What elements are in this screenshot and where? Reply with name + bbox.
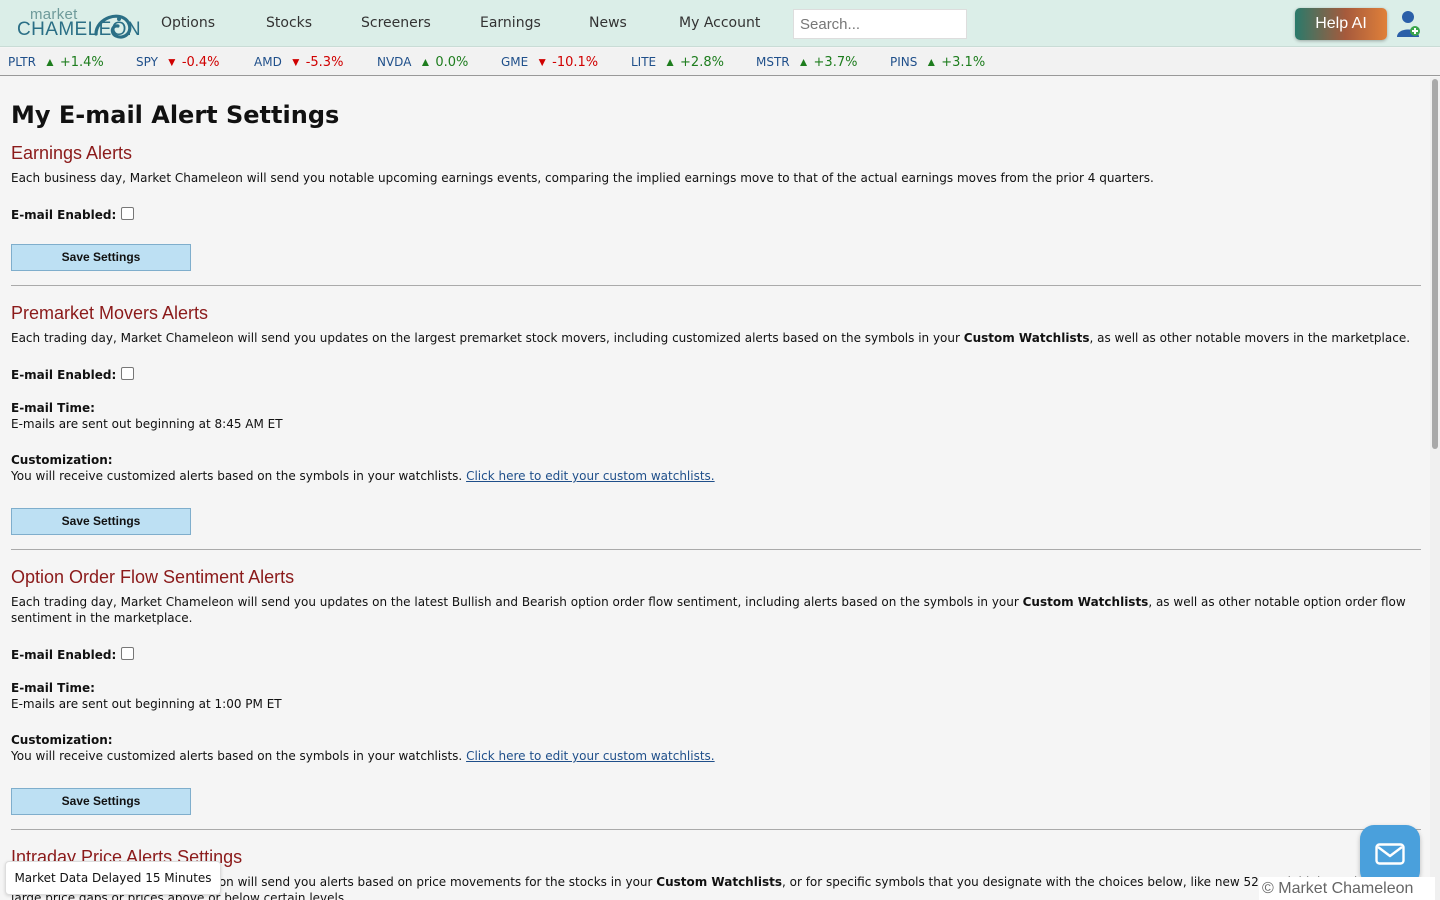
section-description: Each trading day, Market Chameleon will …: [11, 595, 1406, 625]
nav-options[interactable]: Options: [161, 15, 215, 31]
section-title: Option Order Flow Sentiment Alerts: [11, 567, 295, 587]
save-settings-button[interactable]: Save Settings: [11, 788, 191, 815]
ticker-symbol[interactable]: NVDA: [377, 55, 411, 69]
copyright-text: © Market Chameleon: [1259, 877, 1435, 900]
ticker-item[interactable]: AMD ▼ -5.3%: [254, 54, 343, 70]
email-time-block: E-mail Time: E-mails are sent out beginn…: [11, 401, 283, 431]
up-arrow-icon: ▲: [925, 55, 938, 69]
site-logo[interactable]: market CHAMELEON: [16, 6, 141, 42]
user-add-icon[interactable]: [1396, 9, 1422, 39]
ticker-symbol[interactable]: PLTR: [8, 55, 36, 69]
ticker-change: +3.1%: [941, 55, 986, 70]
email-enabled-label: E-mail Enabled:: [11, 208, 117, 222]
customization-block: Customization: You will receive customiz…: [11, 453, 715, 483]
chameleon-logo-icon: [94, 14, 132, 39]
section-description: Each trading day, Market Chameleon will …: [11, 331, 1411, 345]
ticker-change: +2.8%: [680, 55, 724, 70]
page-scrollbar[interactable]: [1430, 77, 1440, 900]
edit-watchlists-link[interactable]: Click here to edit your custom watchlist…: [466, 749, 715, 763]
up-arrow-icon: ▲: [664, 55, 677, 69]
option-flow-email-enabled-checkbox[interactable]: [121, 647, 134, 660]
search-input[interactable]: [793, 9, 967, 39]
nav-screeners[interactable]: Screeners: [361, 15, 431, 31]
ticker-symbol[interactable]: GME: [501, 55, 528, 69]
email-enabled-label: E-mail Enabled:: [11, 368, 117, 382]
ticker-change: -10.1%: [552, 55, 599, 70]
ticker-change: 0.0%: [435, 55, 469, 70]
up-arrow-icon: ▲: [419, 55, 432, 69]
section-divider: [11, 829, 1421, 830]
ticker-change: -5.3%: [305, 55, 344, 70]
ticker-item[interactable]: PLTR ▲ +1.4%: [8, 54, 104, 70]
down-arrow-icon: ▼: [165, 55, 178, 69]
email-time-label: E-mail Time:: [11, 401, 95, 415]
section-title: Intraday Price Alerts Settings: [11, 847, 243, 867]
ticker-symbol[interactable]: MSTR: [756, 55, 790, 69]
nav-stocks[interactable]: Stocks: [266, 15, 312, 31]
ticker-symbol[interactable]: LITE: [631, 55, 656, 69]
page-title: My E-mail Alert Settings: [11, 101, 340, 129]
nav-my-account[interactable]: My Account: [679, 15, 760, 31]
data-delay-notice: Market Data Delayed 15 Minutes: [5, 861, 221, 895]
customization-label: Customization:: [11, 453, 113, 467]
ticker-bar: PLTR ▲ +1.4% SPY ▼ -0.4% AMD ▼ -5.3% NVDA ▲ 0.0%…: [0, 48, 1440, 76]
ticker-change: +1.4%: [59, 55, 104, 70]
section-title: Premarket Movers Alerts: [11, 303, 209, 323]
down-arrow-icon: ▼: [536, 55, 549, 69]
earnings-alerts-section: Earnings Alerts Each business day, Marke…: [11, 143, 1421, 186]
nav-news[interactable]: News: [589, 15, 627, 31]
top-navigation: market CHAMELEON Options Stocks Screener…: [0, 0, 1440, 47]
section-description: Each business day, Market Chameleon will…: [11, 171, 1154, 185]
section-divider: [11, 549, 1421, 550]
up-arrow-icon: ▲: [797, 55, 810, 69]
premarket-email-enabled-checkbox[interactable]: [121, 367, 134, 380]
ticker-item[interactable]: GME ▼ -10.1%: [501, 54, 598, 70]
ticker-item[interactable]: MSTR ▲ +3.7%: [756, 54, 857, 70]
ticker-item[interactable]: NVDA ▲ 0.0%: [377, 54, 468, 70]
customization-block: Customization: You will receive customiz…: [11, 733, 715, 763]
earnings-email-enabled-checkbox[interactable]: [121, 207, 134, 220]
customization-label: Customization:: [11, 733, 113, 747]
email-time-text: E-mails are sent out beginning at 1:00 P…: [11, 697, 282, 711]
intraday-alerts-section: Intraday Price Alerts Settings Each trad…: [11, 847, 1421, 900]
option-flow-alerts-section: Option Order Flow Sentiment Alerts Each …: [11, 567, 1421, 626]
main-content: My E-mail Alert Settings Earnings Alerts…: [11, 77, 1421, 900]
save-settings-button[interactable]: Save Settings: [11, 508, 191, 535]
email-enabled-label: E-mail Enabled:: [11, 648, 117, 662]
email-time-block: E-mail Time: E-mails are sent out beginn…: [11, 681, 282, 711]
help-ai-button[interactable]: Help AI: [1295, 8, 1387, 40]
ticker-item[interactable]: LITE ▲ +2.8%: [631, 54, 724, 70]
down-arrow-icon: ▼: [289, 55, 302, 69]
ticker-item[interactable]: PINS ▲ +3.1%: [890, 54, 985, 70]
ticker-symbol[interactable]: PINS: [890, 55, 917, 69]
edit-watchlists-link[interactable]: Click here to edit your custom watchlist…: [466, 469, 715, 483]
save-settings-button[interactable]: Save Settings: [11, 244, 191, 271]
section-divider: [11, 285, 1421, 286]
ticker-symbol[interactable]: AMD: [254, 55, 282, 69]
customization-text: You will receive customized alerts based…: [11, 469, 715, 483]
section-description: Each trading day, Market Chameleon will …: [11, 875, 1392, 900]
up-arrow-icon: ▲: [43, 55, 56, 69]
ticker-change: +3.7%: [813, 55, 858, 70]
customization-text: You will receive customized alerts based…: [11, 749, 715, 763]
ticker-change: -0.4%: [181, 55, 220, 70]
email-time-label: E-mail Time:: [11, 681, 95, 695]
premarket-alerts-section: Premarket Movers Alerts Each trading day…: [11, 303, 1421, 346]
email-time-text: E-mails are sent out beginning at 8:45 A…: [11, 417, 283, 431]
ticker-symbol[interactable]: SPY: [136, 55, 158, 69]
section-title: Earnings Alerts: [11, 143, 133, 163]
scrollbar-thumb[interactable]: [1432, 79, 1438, 449]
nav-earnings[interactable]: Earnings: [480, 15, 541, 31]
mail-icon[interactable]: [1360, 825, 1420, 885]
ticker-item[interactable]: SPY ▼ -0.4%: [136, 54, 220, 70]
